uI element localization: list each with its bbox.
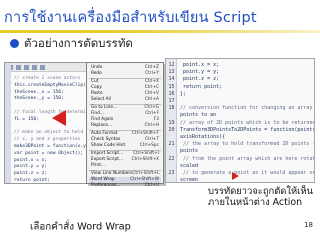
line-text: screen	[180, 177, 199, 183]
context-menu: Undo Ctrl+Z Redo Ctrl+Y Cut Ctrl+X Copy Ctrl+C P…	[86, 62, 164, 188]
menu-item-replace[interactable]: Replace... Ctrl+H	[89, 123, 161, 129]
caption-wrapped-lines: บรรทัดยาวจะถูกตัดให้เห็น ภายในหน้าต่าง A…	[208, 186, 318, 208]
line-text: point.x = x;	[180, 62, 220, 68]
title-underline	[0, 30, 320, 33]
line-text: axisRotations){	[180, 134, 226, 140]
page-number: 18	[304, 221, 313, 229]
line-text: points to an	[180, 112, 217, 119]
editor-gutter	[5, 63, 11, 183]
menu-item-label: Preferences...	[91, 183, 121, 188]
caption-line-2: ภายในหน้าต่าง Action	[208, 197, 303, 208]
line-text: point.z = z;	[180, 76, 220, 83]
menu-item-shortcut: Ctrl+A	[144, 97, 159, 102]
menu-item-shortcut: Ctrl+H	[144, 123, 159, 128]
line-text: point.y = y;	[180, 69, 220, 76]
menu-item-label: Show Code Hint	[91, 143, 126, 148]
red-arrow-icon	[52, 110, 66, 126]
line-text: // array of 2D points which is to be ret…	[180, 119, 315, 126]
menu-item-label: Select All	[91, 97, 111, 102]
caption-word-wrap: เลือกคำสั่ง Word Wrap	[30, 221, 131, 233]
line-text: Transform3DPointsTo2DPoints = function(p…	[180, 126, 315, 133]
caption-line-1: บรรทัดยาวจะถูกตัดให้เห็น	[208, 186, 313, 197]
line-text: return point;	[180, 83, 223, 90]
code-panel-line: screen	[166, 176, 314, 183]
line-text: };	[180, 90, 187, 97]
line-text	[177, 98, 180, 104]
menu-item-shortcut: Ctrl+Y	[145, 71, 159, 76]
line-text: // to generate a point as it would appea…	[180, 170, 315, 176]
menu-item-print[interactable]: Print...	[89, 163, 161, 169]
menu-item-shortcut	[159, 163, 161, 169]
line-text: scaled	[180, 162, 199, 169]
menu-item-shortcut: Ctrl+Spc	[139, 143, 159, 148]
menu-item-label: Replace...	[91, 123, 113, 128]
bullet-text: ตัวอย่างการตัดบรรทัด	[24, 36, 133, 50]
bullet-icon	[10, 39, 19, 48]
menu-item-show-code-hint[interactable]: Show Code Hint Ctrl+Spc	[89, 143, 161, 149]
menu-item-shortcut: Ctrl+U	[144, 183, 159, 188]
menu-item-select-all[interactable]: Select All Ctrl+A	[89, 97, 161, 103]
line-text: points	[180, 148, 199, 155]
menu-item-label: Redo	[91, 71, 102, 76]
code-panel-wrapped: 12 point.x = x; 13 point.y = y; 14 point.z…	[165, 58, 315, 183]
line-text: // conversion function for changing an a…	[180, 105, 314, 112]
line-text: // the array to hold transformed 2D poin…	[183, 141, 314, 148]
find-icon	[16, 65, 21, 70]
menu-item-redo[interactable]: Redo Ctrl+Y	[89, 71, 161, 77]
menu-item-label: Print...	[91, 163, 105, 168]
pointer-arrow-icon	[232, 172, 239, 180]
menu-item-preferences[interactable]: Preferences... Ctrl+U	[89, 183, 161, 189]
target-icon	[32, 65, 37, 70]
slide-title: การใช้งานเครื่องมือสำหรับเขียน Script	[4, 10, 257, 26]
replace-icon	[24, 65, 29, 70]
line-text: // from the point array which are here r…	[183, 155, 315, 162]
check-icon	[40, 65, 45, 70]
